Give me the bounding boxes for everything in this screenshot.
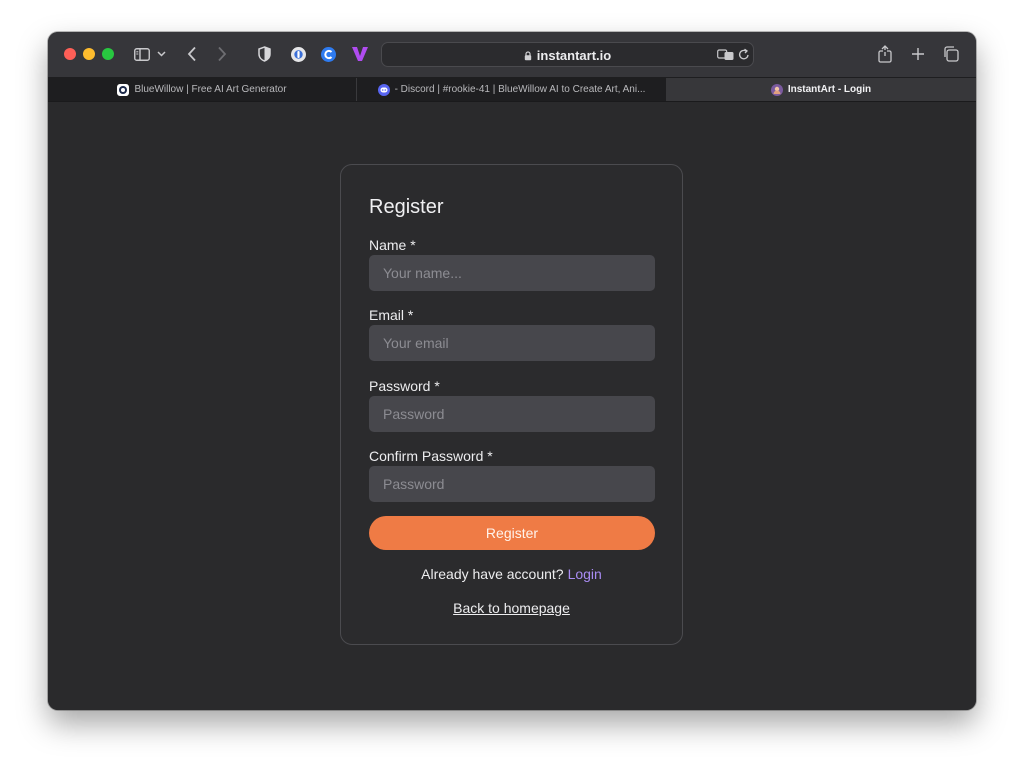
back-to-homepage-link[interactable]: Back to homepage bbox=[341, 600, 682, 616]
browser-toolbar: instantart.io bbox=[48, 32, 976, 78]
page-content: Register Name * Email * Password * Confi… bbox=[48, 102, 976, 710]
email-label: Email * bbox=[369, 307, 414, 323]
tab-bar: BlueWillow | Free AI Art Generator - Dis… bbox=[48, 78, 976, 102]
name-input[interactable] bbox=[369, 255, 655, 291]
tab-discord[interactable]: - Discord | #rookie-41 | BlueWillow AI t… bbox=[357, 78, 666, 101]
email-input[interactable] bbox=[369, 325, 655, 361]
password-label: Password * bbox=[369, 378, 440, 394]
translate-icon[interactable] bbox=[717, 48, 735, 67]
forward-icon[interactable] bbox=[212, 42, 232, 66]
back-icon[interactable] bbox=[182, 42, 202, 66]
address-url: instantart.io bbox=[536, 48, 612, 63]
tab-overview-icon[interactable] bbox=[941, 42, 961, 66]
tab-label: InstantArt - Login bbox=[787, 84, 872, 95]
tab-instantart[interactable]: InstantArt - Login bbox=[666, 78, 976, 101]
bluewillow-icon bbox=[117, 83, 130, 96]
close-window-button[interactable] bbox=[64, 48, 76, 60]
sidebar-icon[interactable] bbox=[130, 42, 154, 66]
lock-icon bbox=[524, 51, 531, 61]
password-input[interactable] bbox=[369, 396, 655, 432]
register-card: Register Name * Email * Password * Confi… bbox=[340, 164, 683, 645]
chevron-down-icon[interactable] bbox=[154, 42, 168, 66]
instantart-icon bbox=[770, 83, 783, 96]
tab-label: BlueWillow | Free AI Art Generator bbox=[134, 84, 287, 95]
confirm-password-label: Confirm Password * bbox=[369, 448, 493, 464]
new-tab-icon[interactable] bbox=[908, 42, 928, 66]
shield-icon[interactable] bbox=[254, 42, 274, 66]
zoom-window-button[interactable] bbox=[102, 48, 114, 60]
login-prompt: Already have account? bbox=[421, 566, 564, 582]
form-title: Register bbox=[369, 196, 444, 218]
reload-icon[interactable] bbox=[738, 48, 750, 66]
name-label: Name * bbox=[369, 237, 416, 253]
login-link[interactable]: Login bbox=[568, 566, 602, 582]
minimize-window-button[interactable] bbox=[83, 48, 95, 60]
address-text: instantart.io bbox=[382, 48, 753, 63]
login-prompt-line: Already have account? Login bbox=[341, 566, 682, 582]
extension-v-icon[interactable] bbox=[350, 42, 370, 66]
extension-onepass-icon[interactable] bbox=[288, 42, 308, 66]
share-icon[interactable] bbox=[875, 42, 895, 66]
extension-c-icon[interactable] bbox=[318, 42, 338, 66]
confirm-password-input[interactable] bbox=[369, 466, 655, 502]
tab-bluewillow[interactable]: BlueWillow | Free AI Art Generator bbox=[48, 78, 356, 101]
address-bar[interactable]: instantart.io bbox=[381, 42, 754, 67]
register-button[interactable]: Register bbox=[369, 516, 655, 550]
discord-icon bbox=[377, 83, 390, 96]
tab-label: - Discord | #rookie-41 | BlueWillow AI t… bbox=[394, 84, 646, 95]
browser-window: instantart.io BlueWillow | Free AI Art G… bbox=[48, 32, 976, 710]
